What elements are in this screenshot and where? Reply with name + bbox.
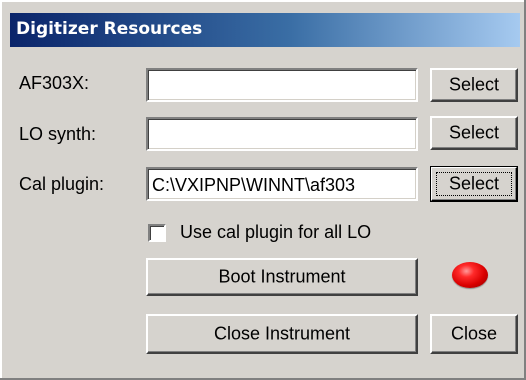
lo-synth-select-button[interactable]: Select <box>430 116 518 150</box>
boot-instrument-button-label: Boot Instrument <box>218 266 346 287</box>
lo-synth-input[interactable] <box>146 117 418 151</box>
panel-title: Digitizer Resources <box>16 19 203 39</box>
lo-synth-select-button-label: Select <box>448 122 500 143</box>
title-bar: Digitizer Resources <box>10 13 520 47</box>
cal-plugin-input[interactable]: C:\VXIPNP\WINNT\af303 <box>146 167 418 201</box>
cal-plugin-select-button[interactable]: Select <box>430 166 518 202</box>
digitizer-resources-panel: Digitizer Resources AF303X: Select LO sy… <box>0 0 526 380</box>
cal-plugin-label: Cal plugin: <box>19 174 105 194</box>
close-instrument-button-label: Close Instrument <box>213 323 351 344</box>
boot-instrument-button[interactable]: Boot Instrument <box>146 258 418 296</box>
af303x-input[interactable] <box>146 68 418 102</box>
af303x-select-button-label: Select <box>448 74 500 95</box>
close-button-label: Close <box>450 323 498 344</box>
status-led-indicator <box>452 262 488 288</box>
af303x-select-button[interactable]: Select <box>430 68 518 102</box>
cal-plugin-input-value: C:\VXIPNP\WINNT\af303 <box>152 175 356 195</box>
af303x-label: AF303X: <box>19 73 90 93</box>
frame-highlight-top <box>0 0 526 2</box>
frame-highlight-left <box>0 0 2 380</box>
cal-plugin-select-button-label: Select <box>448 173 500 194</box>
close-instrument-button[interactable]: Close Instrument <box>146 314 418 354</box>
close-button[interactable]: Close <box>430 314 518 354</box>
lo-synth-label: LO synth: <box>19 124 97 144</box>
use-cal-plugin-checkbox[interactable] <box>148 224 166 242</box>
use-cal-plugin-label[interactable]: Use cal plugin for all LO <box>180 222 371 243</box>
